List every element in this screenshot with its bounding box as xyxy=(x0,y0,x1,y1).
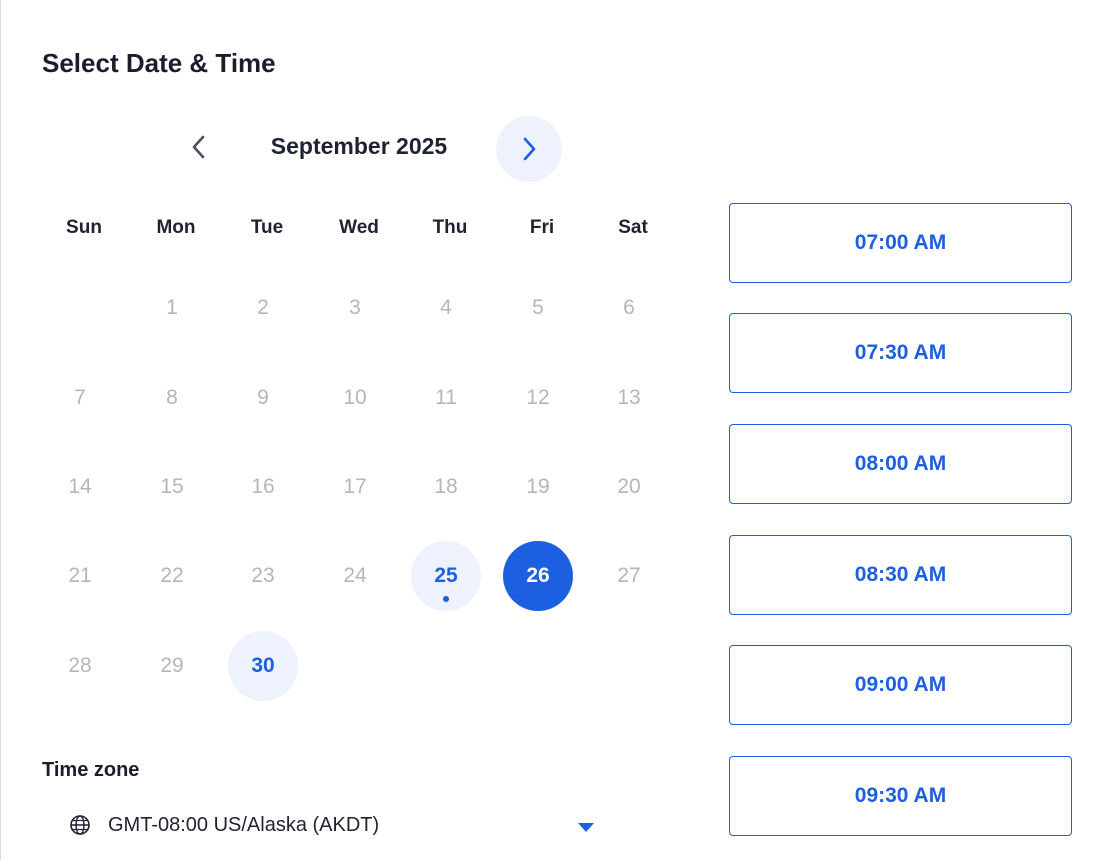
day-number: 3 xyxy=(349,296,361,319)
day-number: 15 xyxy=(160,475,184,498)
day-number: 5 xyxy=(532,296,544,319)
weekday-thu: Thu xyxy=(432,217,468,238)
day-number: 20 xyxy=(617,475,641,498)
weekday-wed: Wed xyxy=(339,217,379,238)
timezone-select[interactable]: GMT-08:00 US/Alaska (AKDT) xyxy=(59,800,604,850)
calendar-day-7: 7 xyxy=(45,363,115,433)
calendar-day-12: 12 xyxy=(503,363,573,433)
calendar-day-27: 27 xyxy=(594,541,664,611)
day-number: 29 xyxy=(160,654,184,677)
calendar-day-2: 2 xyxy=(228,273,298,343)
day-number: 16 xyxy=(251,475,275,498)
calendar-day-20: 20 xyxy=(594,452,664,522)
day-number: 11 xyxy=(435,386,457,409)
time-slot-button[interactable]: 08:00 AM xyxy=(729,424,1072,504)
page-title: Select Date & Time xyxy=(42,48,276,78)
day-number: 12 xyxy=(526,386,550,409)
calendar-day-28: 28 xyxy=(45,631,115,701)
day-number: 25 xyxy=(434,564,458,587)
globe-icon xyxy=(69,814,91,836)
day-number: 7 xyxy=(74,386,86,409)
chevron-left-icon xyxy=(192,135,206,159)
day-number: 17 xyxy=(343,475,367,498)
calendar-day-23: 23 xyxy=(228,541,298,611)
day-number: 6 xyxy=(623,296,635,319)
day-number: 18 xyxy=(434,475,458,498)
calendar-day-14: 14 xyxy=(45,452,115,522)
day-number: 9 xyxy=(257,386,269,409)
calendar-day-30[interactable]: 30 xyxy=(228,631,298,701)
calendar-day-16: 16 xyxy=(228,452,298,522)
time-slot-button[interactable]: 08:30 AM xyxy=(729,535,1072,615)
day-number: 8 xyxy=(166,386,178,409)
calendar-day-18: 18 xyxy=(411,452,481,522)
day-number: 26 xyxy=(526,564,550,587)
calendar-day-1: 1 xyxy=(137,273,207,343)
next-month-button[interactable] xyxy=(496,116,562,182)
day-number: 21 xyxy=(68,564,92,587)
day-number: 24 xyxy=(343,564,367,587)
day-number: 13 xyxy=(617,386,641,409)
weekday-tue: Tue xyxy=(250,217,284,238)
weekday-sun: Sun xyxy=(66,217,102,238)
calendar-day-29: 29 xyxy=(137,631,207,701)
weekday-fri: Fri xyxy=(529,217,555,238)
calendar-day-5: 5 xyxy=(503,273,573,343)
previous-month-button[interactable] xyxy=(166,114,232,180)
calendar-day-15: 15 xyxy=(137,452,207,522)
time-slot-button[interactable]: 07:30 AM xyxy=(729,313,1072,393)
weekday-sat: Sat xyxy=(618,217,648,238)
day-number: 1 xyxy=(166,296,178,319)
day-number: 4 xyxy=(440,296,452,319)
day-number: 2 xyxy=(257,296,269,319)
day-number: 19 xyxy=(526,475,550,498)
time-slot-button[interactable]: 07:00 AM xyxy=(729,203,1072,283)
calendar-day-8: 8 xyxy=(137,363,207,433)
calendar-day-3: 3 xyxy=(320,273,390,343)
chevron-right-icon xyxy=(522,137,536,161)
calendar-day-24: 24 xyxy=(320,541,390,611)
calendar-day-10: 10 xyxy=(320,363,390,433)
calendar-day-9: 9 xyxy=(228,363,298,433)
calendar-day-17: 17 xyxy=(320,452,390,522)
calendar-day-22: 22 xyxy=(137,541,207,611)
time-slot-button[interactable]: 09:30 AM xyxy=(729,756,1072,836)
calendar-day-21: 21 xyxy=(45,541,115,611)
calendar-day-13: 13 xyxy=(594,363,664,433)
caret-down-icon xyxy=(578,820,594,832)
calendar-day-4: 4 xyxy=(411,273,481,343)
timezone-value: GMT-08:00 US/Alaska (AKDT) xyxy=(108,813,380,836)
calendar-day-11: 11 xyxy=(411,363,481,433)
today-indicator-dot xyxy=(443,596,449,602)
day-number: 28 xyxy=(68,654,92,677)
calendar-day-6: 6 xyxy=(594,273,664,343)
timezone-label: Time zone xyxy=(42,759,140,781)
day-number: 23 xyxy=(251,564,275,587)
day-number: 10 xyxy=(343,386,367,409)
day-number: 27 xyxy=(617,564,641,587)
calendar-day-26[interactable]: 26 xyxy=(503,541,573,611)
month-label: September 2025 xyxy=(270,133,448,159)
day-number: 22 xyxy=(160,564,184,587)
calendar-day-19: 19 xyxy=(503,452,573,522)
time-slot-button[interactable]: 09:00 AM xyxy=(729,645,1072,725)
day-number: 14 xyxy=(68,475,92,498)
weekday-mon: Mon xyxy=(156,217,196,238)
day-number: 30 xyxy=(251,654,275,677)
calendar-day-25[interactable]: 25 xyxy=(411,541,481,611)
